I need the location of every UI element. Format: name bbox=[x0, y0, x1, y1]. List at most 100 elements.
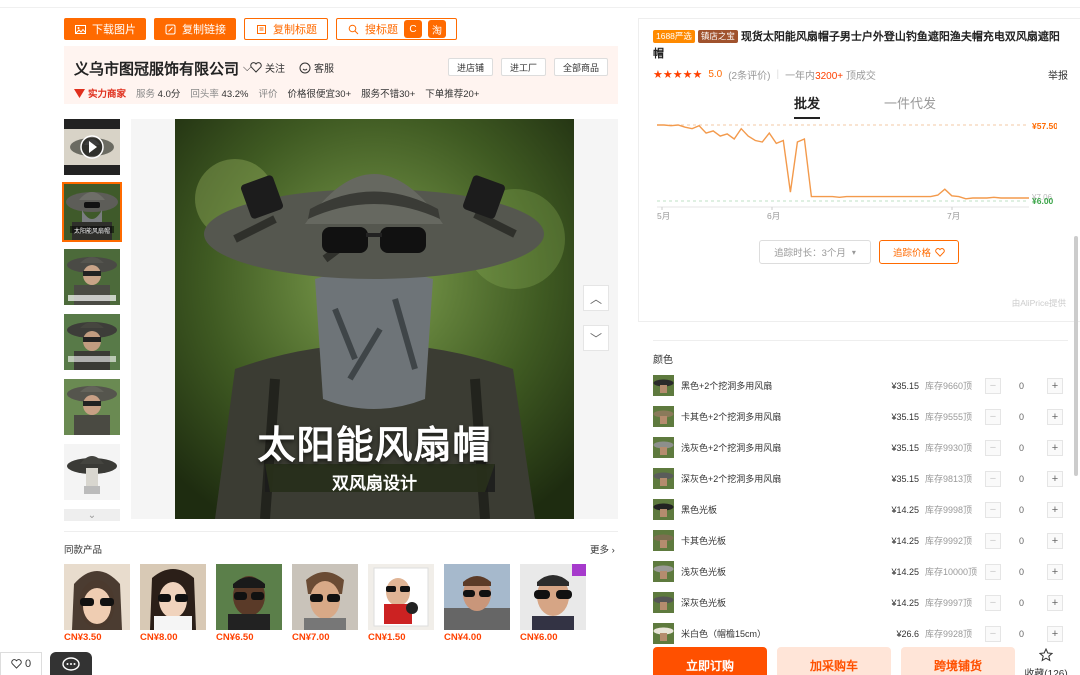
like-counter[interactable]: 0 bbox=[0, 652, 42, 675]
quantity-decrease-button[interactable]: − bbox=[985, 439, 1001, 456]
quantity-decrease-button[interactable]: − bbox=[985, 563, 1001, 580]
add-to-cart-button[interactable]: 加采购车 bbox=[777, 647, 891, 675]
variant-image[interactable] bbox=[653, 592, 674, 613]
thumbnail-3[interactable] bbox=[64, 314, 120, 370]
variant-image[interactable] bbox=[653, 499, 674, 520]
quantity-increase-button[interactable]: + bbox=[1047, 594, 1063, 611]
thumbnail-1[interactable]: 太阳能风扇帽 bbox=[62, 182, 122, 242]
similar-product[interactable]: CN¥6.50 bbox=[216, 564, 282, 643]
quantity-increase-button[interactable]: + bbox=[1047, 439, 1063, 456]
enter-store-button[interactable]: 进店铺 bbox=[447, 58, 493, 76]
variant-image[interactable] bbox=[653, 468, 674, 489]
variant-price: ¥26.6 bbox=[896, 628, 919, 639]
shop-name[interactable]: 义乌市图冠服饰有限公司 ⌵ bbox=[74, 58, 251, 79]
download-images-button[interactable]: 下载图片 bbox=[64, 18, 146, 40]
quantity-value[interactable]: 0 bbox=[1019, 598, 1024, 608]
variant-name: 黑色光板 bbox=[681, 505, 718, 515]
variant-image[interactable] bbox=[653, 406, 674, 427]
main-product-image[interactable]: 太阳能风扇帽 双风扇设计 bbox=[175, 119, 574, 519]
thumbnail-2[interactable] bbox=[64, 249, 120, 305]
quantity-increase-button[interactable]: + bbox=[1047, 470, 1063, 487]
similar-product[interactable]: CN¥3.50 bbox=[64, 564, 130, 643]
tmall-icon[interactable]: C bbox=[404, 20, 422, 38]
tab-wholesale[interactable]: 批发 bbox=[794, 93, 821, 119]
thumbnail-4[interactable] bbox=[64, 379, 120, 435]
quantity-value[interactable]: 0 bbox=[1019, 381, 1024, 391]
similar-product[interactable]: CN¥8.00 bbox=[140, 564, 206, 643]
repeat-stat: 回头率 43.2% bbox=[190, 86, 248, 100]
prev-image-button[interactable]: ︿ bbox=[583, 285, 609, 311]
order-now-button[interactable]: 立即订购 bbox=[653, 647, 767, 675]
report-link[interactable]: 举报 bbox=[1048, 67, 1068, 82]
similar-more-link[interactable]: 更多 › bbox=[590, 542, 615, 556]
quantity-increase-button[interactable]: + bbox=[1047, 377, 1063, 394]
follow-button[interactable]: 关注 bbox=[250, 60, 285, 75]
quantity-decrease-button[interactable]: − bbox=[985, 408, 1001, 425]
quantity-value[interactable]: 0 bbox=[1019, 629, 1024, 639]
taobao-icon[interactable]: 淘 bbox=[428, 20, 446, 38]
scrollbar[interactable] bbox=[1074, 236, 1078, 476]
like-count: 0 bbox=[24, 658, 32, 670]
quantity-value[interactable]: 0 bbox=[1019, 443, 1024, 453]
quantity-value[interactable]: 0 bbox=[1019, 536, 1024, 546]
quantity-decrease-button[interactable]: − bbox=[985, 377, 1001, 394]
quantity-increase-button[interactable]: + bbox=[1047, 501, 1063, 518]
variant-stock: 库存9992顶 bbox=[925, 536, 973, 546]
similar-product[interactable]: CN¥7.00 bbox=[292, 564, 358, 643]
similar-product[interactable]: CN¥4.00 bbox=[444, 564, 510, 643]
next-image-button[interactable]: ﹀ bbox=[583, 325, 609, 351]
similar-price: CN¥3.50 bbox=[64, 632, 102, 643]
variant-image[interactable] bbox=[653, 530, 674, 551]
sales-info: 一年内3200+ 顶成交 bbox=[785, 67, 876, 82]
review-count[interactable]: (2条评价) bbox=[728, 67, 770, 82]
quantity-increase-button[interactable]: + bbox=[1047, 532, 1063, 549]
track-duration-select[interactable]: 追踪时长：3个月 ▾ bbox=[759, 240, 871, 264]
enter-factory-button[interactable]: 进工厂 bbox=[500, 58, 546, 76]
variant-name: 深灰色+2个挖洞多用风扇 bbox=[681, 474, 782, 484]
track-price-button[interactable]: 追踪价格 bbox=[879, 240, 959, 264]
purchase-tabs: 批发 一件代发 bbox=[794, 93, 936, 119]
follow-label: 关注 bbox=[265, 64, 285, 75]
all-products-button[interactable]: 全部商品 bbox=[553, 58, 608, 76]
thumbnail-scroll-down[interactable]: ⌄ bbox=[64, 509, 120, 521]
strict-select-badge: 1688严选 bbox=[653, 30, 695, 43]
chart-provider: 由AliPrice提供 bbox=[1011, 298, 1066, 308]
copy-link-button[interactable]: 复制链接 bbox=[154, 18, 236, 40]
chevron-up-icon: ︿ bbox=[589, 291, 602, 306]
quantity-decrease-button[interactable]: − bbox=[985, 594, 1001, 611]
copy-title-button[interactable]: 复制标题 bbox=[244, 18, 328, 40]
variant-row: 卡其色光板 ¥14.25 库存9992顶 − 0 + bbox=[653, 525, 1065, 556]
quantity-increase-button[interactable]: + bbox=[1047, 625, 1063, 642]
search-title-button[interactable]: 搜标题 C 淘 bbox=[336, 18, 457, 40]
quantity-value[interactable]: 0 bbox=[1019, 474, 1024, 484]
variant-image[interactable] bbox=[653, 561, 674, 582]
quantity-decrease-button[interactable]: − bbox=[985, 625, 1001, 642]
variant-name: 深灰色光板 bbox=[681, 598, 727, 608]
similar-price: CN¥7.00 bbox=[292, 632, 330, 643]
thumbnail-video[interactable] bbox=[64, 119, 120, 175]
quantity-value[interactable]: 0 bbox=[1019, 412, 1024, 422]
chat-button[interactable] bbox=[50, 652, 92, 675]
variant-name: 卡其色光板 bbox=[681, 536, 727, 546]
similar-product[interactable]: CN¥6.00 bbox=[520, 564, 586, 643]
variant-image[interactable] bbox=[653, 375, 674, 396]
similar-product[interactable]: CN¥1.50 bbox=[368, 564, 434, 643]
quantity-increase-button[interactable]: + bbox=[1047, 563, 1063, 580]
quantity-increase-button[interactable]: + bbox=[1047, 408, 1063, 425]
variant-row: 黑色+2个挖洞多用风扇 ¥35.15 库存9660顶 − 0 + bbox=[653, 370, 1065, 401]
top-border bbox=[0, 0, 1080, 8]
shop-buttons: 进店铺 进工厂 全部商品 bbox=[447, 58, 608, 76]
price-line bbox=[657, 124, 1029, 200]
thumbnail-5[interactable] bbox=[64, 444, 120, 500]
customer-service-button[interactable]: 客服 bbox=[299, 60, 334, 75]
favorite-button[interactable]: 收藏(126) bbox=[1024, 647, 1068, 675]
quantity-value[interactable]: 0 bbox=[1019, 505, 1024, 515]
quantity-decrease-button[interactable]: − bbox=[985, 470, 1001, 487]
quantity-value[interactable]: 0 bbox=[1019, 567, 1024, 577]
variant-image[interactable] bbox=[653, 623, 674, 644]
quantity-decrease-button[interactable]: − bbox=[985, 501, 1001, 518]
cross-border-button[interactable]: 跨境铺货 bbox=[901, 647, 1015, 675]
quantity-decrease-button[interactable]: − bbox=[985, 532, 1001, 549]
variant-image[interactable] bbox=[653, 437, 674, 458]
tab-dropship[interactable]: 一件代发 bbox=[884, 93, 936, 119]
